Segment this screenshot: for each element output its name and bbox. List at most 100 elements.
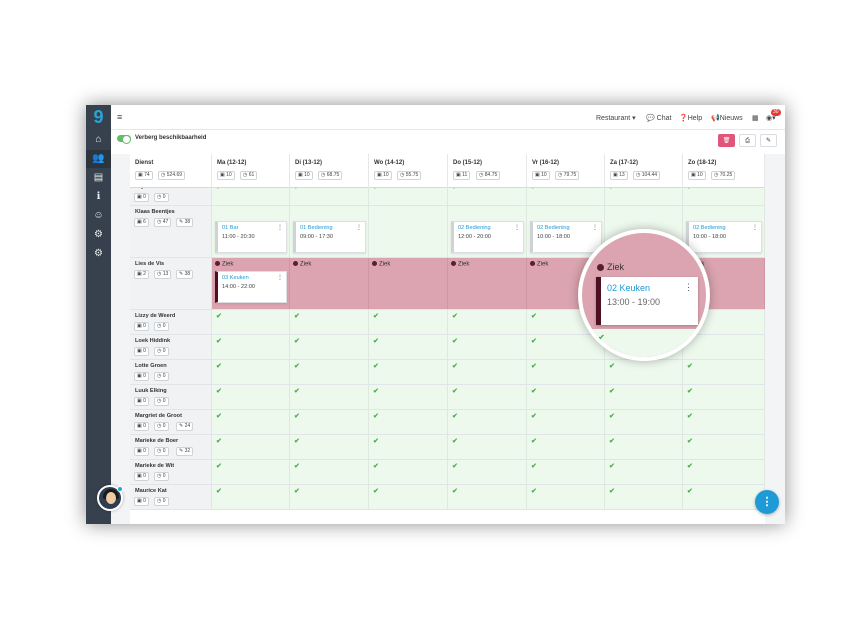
shift-card[interactable]: 01 Bediening 09:00 - 17:30 ⋮ xyxy=(293,221,366,253)
day-cell[interactable]: ✔ xyxy=(212,460,290,484)
day-cell[interactable]: 02 Bediening 12:00 - 20:00 ⋮ xyxy=(448,206,527,257)
day-cell[interactable]: ✔ xyxy=(369,360,448,384)
edit-button[interactable]: ✎ xyxy=(760,134,777,147)
day-cell[interactable]: ✔ xyxy=(527,188,605,205)
day-cell[interactable]: ✔ xyxy=(369,188,448,205)
day-cell[interactable]: ✔ xyxy=(683,188,765,205)
day-cell[interactable]: ✔ xyxy=(212,435,290,459)
day-cell[interactable]: ✔ xyxy=(605,410,683,434)
day-cell[interactable]: ✔ xyxy=(683,360,765,384)
employee-name[interactable]: Loek Hiddink xyxy=(135,338,170,344)
user-circle-icon[interactable]: ◉▾ xyxy=(766,114,776,122)
day-cell[interactable]: ✔ xyxy=(290,360,369,384)
day-cell[interactable]: 01 Bar 11:00 - 20:30 ⋮ xyxy=(212,206,290,257)
notifications-icon[interactable]: ▦ xyxy=(752,114,759,122)
more-vertical-icon[interactable]: ⋮ xyxy=(592,224,598,231)
employee-name[interactable]: Lotte Groen xyxy=(135,363,167,369)
shift-card[interactable]: 01 Bar 11:00 - 20:30 ⋮ xyxy=(215,221,287,253)
day-cell[interactable]: ✔ xyxy=(683,410,765,434)
day-cell[interactable]: ✔ xyxy=(290,335,369,359)
print-button[interactable]: ⎙ xyxy=(739,134,756,147)
employee-name[interactable]: Lies de Vis xyxy=(135,261,164,267)
day-cell[interactable]: ✔ xyxy=(290,385,369,409)
employee-name[interactable]: Margriet de Groot xyxy=(135,413,182,419)
day-cell[interactable]: ✔ xyxy=(290,460,369,484)
home-icon[interactable]: ⌂ xyxy=(86,131,111,149)
info-icon[interactable]: ℹ xyxy=(86,188,111,206)
day-cell[interactable]: ✔ xyxy=(212,335,290,359)
day-cell[interactable]: ✔ xyxy=(212,485,290,509)
day-cell[interactable]: ✔ xyxy=(527,485,605,509)
shift-card-zoomed[interactable]: 02 Keuken 13:00 - 19:00 ⋮ xyxy=(596,277,698,325)
availability-toggle[interactable] xyxy=(117,135,131,144)
shift-card[interactable]: 03 Keuken 14:00 - 22:00 ⋮ xyxy=(215,271,287,303)
gear-icon[interactable]: ⚙ xyxy=(86,226,111,244)
day-cell[interactable]: ✔ xyxy=(527,435,605,459)
day-cell[interactable]: ✔ xyxy=(448,485,527,509)
shift-card[interactable]: 02 Bediening 12:00 - 20:00 ⋮ xyxy=(451,221,524,253)
day-cell[interactable]: ✔ xyxy=(605,435,683,459)
hamburger-icon[interactable]: ≡ xyxy=(117,112,122,122)
day-cell[interactable]: ✔ xyxy=(683,435,765,459)
employee-name[interactable]: Marieke de Boer xyxy=(135,438,178,444)
day-cell[interactable]: ✔ xyxy=(290,435,369,459)
day-cell[interactable]: ✔ xyxy=(369,335,448,359)
day-cell[interactable]: ✔ xyxy=(605,460,683,484)
fab-more-button[interactable]: ⋮ xyxy=(755,490,779,514)
more-vertical-icon[interactable]: ⋮ xyxy=(277,224,283,231)
day-cell[interactable]: ✔ xyxy=(605,360,683,384)
day-cell[interactable]: ✔ xyxy=(212,188,290,205)
day-cell[interactable]: Ziek xyxy=(369,258,448,309)
restaurant-dropdown[interactable]: Restaurant ▾ xyxy=(596,114,636,122)
more-vertical-icon[interactable]: ⋮ xyxy=(514,224,520,231)
delete-button[interactable]: 🗑 xyxy=(718,134,735,147)
shift-card[interactable]: 02 Bediening 10:00 - 18:00 ⋮ xyxy=(686,221,762,253)
smiley-icon[interactable]: ☺ xyxy=(86,207,111,225)
day-cell[interactable]: Ziek 03 Keuken 14:00 - 22:00 ⋮ xyxy=(212,258,290,309)
day-cell[interactable]: ✔ xyxy=(212,360,290,384)
day-cell[interactable]: ✔ xyxy=(448,460,527,484)
day-cell[interactable]: ✔ xyxy=(448,310,527,334)
day-cell[interactable]: 02 Bediening 10:00 - 18:00 ⋮ xyxy=(683,206,765,257)
employee-name[interactable]: Lizzy de Weerd xyxy=(135,313,175,319)
day-cell[interactable]: ✔ xyxy=(290,485,369,509)
day-cell[interactable]: ✔ xyxy=(605,485,683,509)
day-cell[interactable]: ✔ xyxy=(212,385,290,409)
day-cell[interactable]: ✔ xyxy=(448,188,527,205)
day-cell[interactable]: ✔ xyxy=(290,410,369,434)
day-cell[interactable]: ✔ xyxy=(527,410,605,434)
employee-name[interactable]: Maurice Kat xyxy=(135,488,167,494)
day-cell[interactable]: ✔ xyxy=(212,410,290,434)
employee-name[interactable]: Jojanneke Waal xyxy=(135,188,177,190)
day-cell[interactable]: ✔ xyxy=(683,485,765,509)
employee-name[interactable]: Luuk Elking xyxy=(135,388,167,394)
more-vertical-icon[interactable]: ⋮ xyxy=(684,282,693,293)
day-cell[interactable]: ✔ xyxy=(290,310,369,334)
more-vertical-icon[interactable]: ⋮ xyxy=(277,274,283,281)
more-vertical-icon[interactable]: ⋮ xyxy=(752,224,758,231)
day-cell[interactable]: ✔ xyxy=(683,385,765,409)
more-vertical-icon[interactable]: ⋮ xyxy=(356,224,362,231)
day-cell[interactable]: ✔ xyxy=(448,335,527,359)
day-cell[interactable]: ✔ xyxy=(448,360,527,384)
day-cell[interactable]: ✔ xyxy=(683,460,765,484)
chat-link[interactable]: 💬 Chat xyxy=(646,114,671,122)
day-cell[interactable]: ✔ xyxy=(527,460,605,484)
help-link[interactable]: ❓Help xyxy=(679,114,702,122)
day-cell[interactable]: ✔ xyxy=(369,385,448,409)
employee-name[interactable]: Marieke de Wit xyxy=(135,463,174,469)
day-cell[interactable]: ✔ xyxy=(448,410,527,434)
day-cell[interactable]: ✔ xyxy=(527,385,605,409)
book-icon[interactable]: ▤ xyxy=(86,169,111,187)
day-cell[interactable]: ✔ xyxy=(212,310,290,334)
day-cell[interactable]: ✔ xyxy=(369,485,448,509)
day-cell[interactable]: ✔ xyxy=(369,310,448,334)
day-cell[interactable]: 02 Bediening 10:00 - 18:00 ⋮ xyxy=(527,206,605,257)
day-cell[interactable]: ✔ xyxy=(605,385,683,409)
employee-name[interactable]: Klaas Beentjes xyxy=(135,209,175,215)
app-logo[interactable]: 9 xyxy=(86,105,111,129)
day-cell[interactable]: ✔ xyxy=(369,435,448,459)
day-cell[interactable]: 01 Bediening 09:00 - 17:30 ⋮ xyxy=(290,206,369,257)
gears-icon[interactable]: ⚙ xyxy=(86,245,111,263)
day-cell[interactable]: ✔ xyxy=(290,188,369,205)
